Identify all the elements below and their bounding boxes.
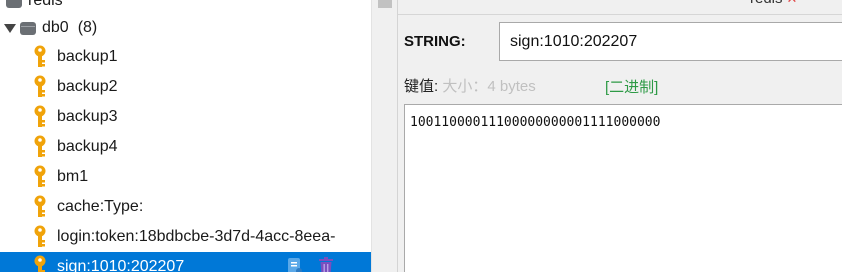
key-label: backup2 — [57, 78, 118, 95]
close-icon[interactable]: ✕ — [787, 0, 798, 6]
key-icon — [33, 135, 47, 159]
key-label: bm1 — [57, 168, 89, 185]
key-item-sign-selected[interactable]: sign:1010:202207 — [0, 252, 371, 272]
key-detail-panel: redis ✕ STRING: sign:1010:202207 键值: 大小：4… — [398, 0, 842, 272]
key-item-backup1[interactable]: backup1 — [0, 42, 371, 72]
value-size: 大小：4 bytes — [442, 78, 536, 95]
tab-divider — [398, 14, 842, 15]
key-item-backup2[interactable]: backup2 — [0, 72, 371, 102]
database-node[interactable]: db0 (8) — [0, 13, 371, 43]
server-icon — [6, 0, 22, 8]
type-label: STRING: — [404, 33, 466, 50]
key-icon — [33, 75, 47, 99]
binary-toggle[interactable]: [二进制] — [605, 76, 658, 97]
key-item-login-token[interactable]: login:token:18bdbcbe-3d7d-4acc-8eea- — [0, 222, 371, 252]
database-name: db0 — [42, 19, 69, 36]
key-icon — [33, 105, 47, 129]
connection-label: redis — [28, 0, 63, 9]
tab-redis[interactable]: redis ✕ — [750, 0, 797, 7]
value-label: 键值: — [404, 78, 439, 95]
value-meta: 键值: 大小：4 bytes — [404, 75, 536, 96]
key-icon — [33, 165, 47, 189]
trash-icon[interactable] — [317, 256, 335, 272]
key-item-backup3[interactable]: backup3 — [0, 102, 371, 132]
key-icon — [33, 225, 47, 249]
key-name-field[interactable]: sign:1010:202207 — [499, 22, 842, 61]
scrollbar-thumb[interactable] — [378, 0, 392, 8]
key-label: sign:1010:202207 — [57, 258, 185, 272]
key-label: backup3 — [57, 108, 118, 125]
key-item-bm1[interactable]: bm1 — [0, 162, 371, 192]
key-icon — [33, 195, 47, 219]
key-tree-panel: redis db0 (8) backup1 backup2 backup3 ba… — [0, 0, 371, 272]
database-key-count: (8) — [77, 19, 98, 36]
key-label: backup1 — [57, 48, 118, 65]
value-editor[interactable]: 10011000011100000000001111000000 — [404, 104, 842, 272]
key-label: backup4 — [57, 138, 118, 155]
open-key-icon[interactable] — [286, 256, 304, 272]
database-icon — [20, 21, 36, 35]
key-icon — [33, 45, 47, 69]
key-item-backup4[interactable]: backup4 — [0, 132, 371, 162]
tab-title: redis — [750, 0, 783, 7]
key-label: login:token:18bdbcbe-3d7d-4acc-8eea- — [57, 228, 336, 245]
key-item-cache-type[interactable]: cache:Type: — [0, 192, 371, 222]
row-actions — [286, 256, 335, 272]
key-icon — [33, 255, 47, 272]
key-label: cache:Type: — [57, 198, 144, 215]
chevron-down-icon[interactable] — [4, 23, 16, 33]
tree-scrollbar[interactable] — [371, 0, 398, 272]
